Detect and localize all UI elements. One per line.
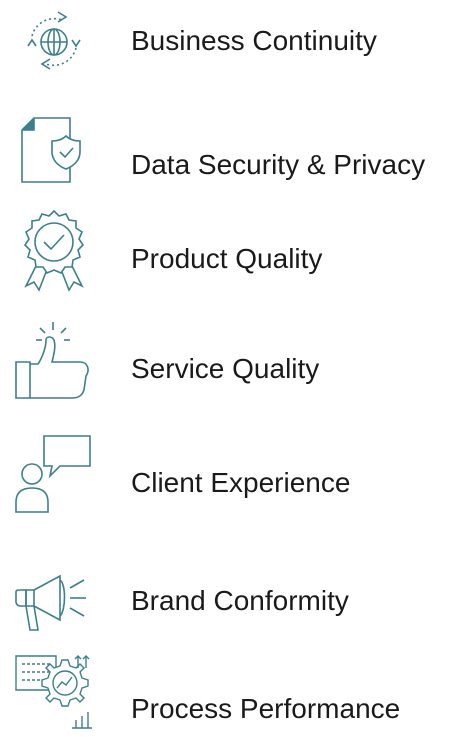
- megaphone-icon: [12, 548, 96, 632]
- globe-cycle-icon: [12, 0, 96, 84]
- person-speech-icon: [12, 430, 96, 514]
- list-item-client-experience: Client Experience: [0, 430, 472, 530]
- item-label: Process Performance: [131, 693, 401, 724]
- item-label: Product Quality: [131, 243, 323, 274]
- document-shield-icon: [12, 108, 96, 192]
- list-item-data-security: Data Security & Privacy: [0, 108, 472, 208]
- list-item-process-performance: Process Performance: [0, 652, 472, 752]
- list-item-service-quality: Service Quality: [0, 318, 472, 418]
- item-label: Business Continuity: [131, 25, 377, 56]
- process-gear-icon: [12, 652, 96, 736]
- item-label: Brand Conformity: [131, 585, 349, 616]
- item-label: Client Experience: [131, 467, 351, 498]
- list-item-business-continuity: Business Continuity: [0, 0, 472, 100]
- list-item-brand-conformity: Brand Conformity: [0, 548, 472, 648]
- list-item-product-quality: Product Quality: [0, 208, 472, 308]
- item-label: Data Security & Privacy: [131, 149, 426, 180]
- item-label: Service Quality: [131, 353, 320, 384]
- quality-badge-icon: [12, 208, 96, 292]
- thumbs-up-icon: [12, 318, 96, 402]
